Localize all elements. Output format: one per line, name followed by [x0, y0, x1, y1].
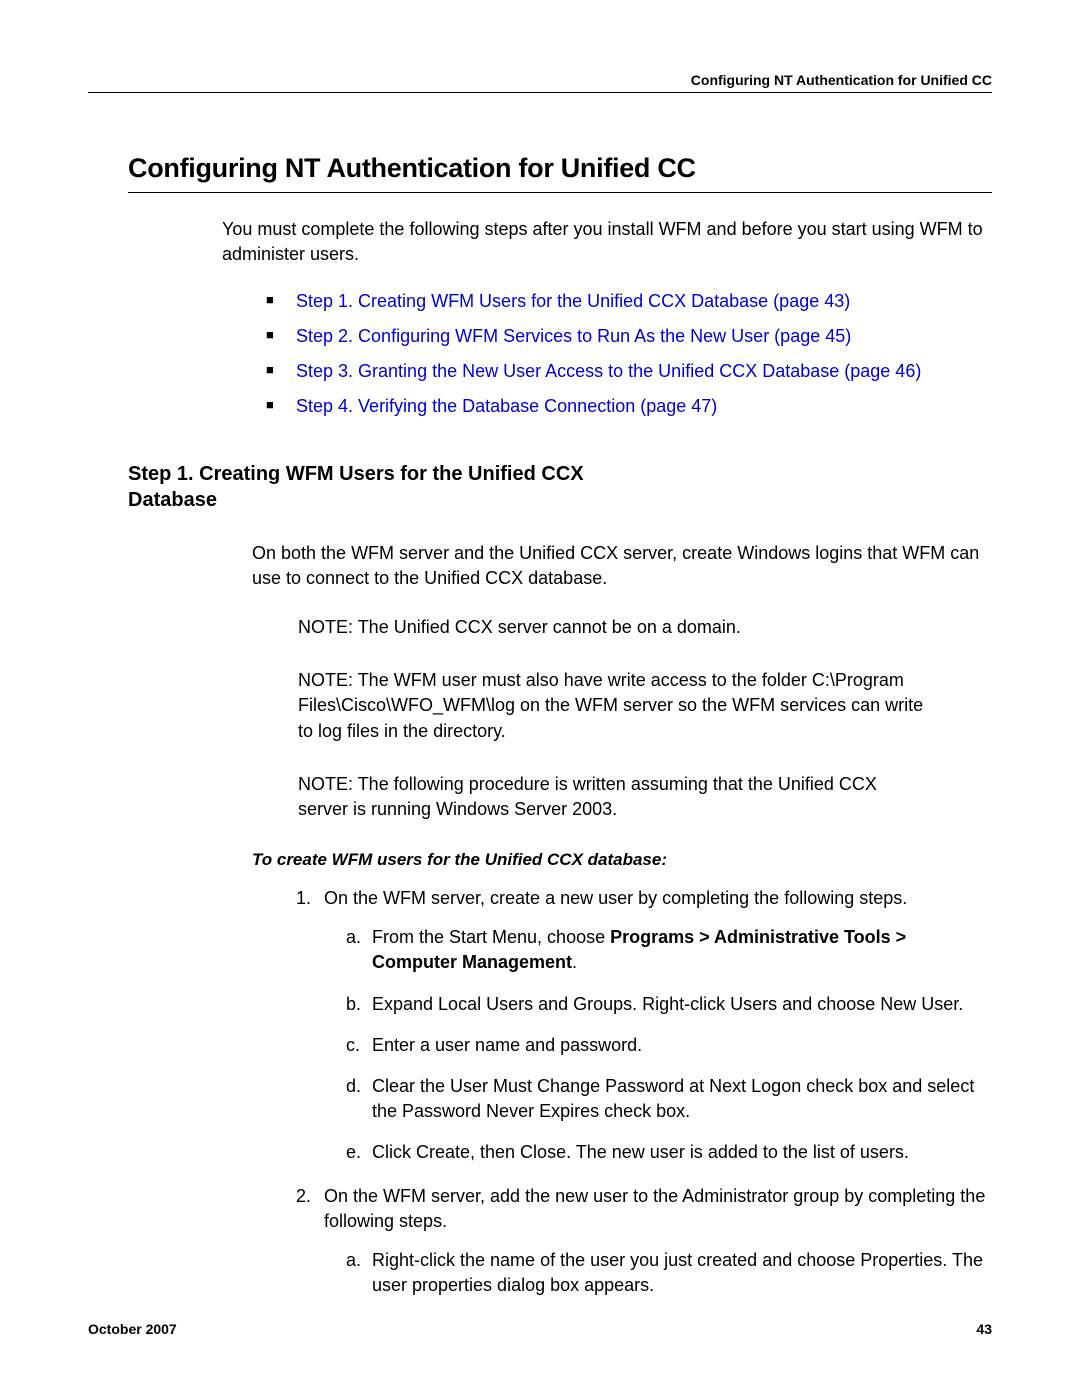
note-label: NOTE: — [298, 617, 358, 637]
body-paragraph: On both the WFM server and the Unified C… — [252, 541, 992, 591]
page-container: Configuring NT Authentication for Unifie… — [0, 0, 1080, 1397]
header-rule — [88, 92, 992, 93]
substep-a: a. From the Start Menu, choose Programs … — [348, 925, 992, 975]
section-title: Configuring NT Authentication for Unifie… — [128, 153, 992, 184]
substep-text: Enter a user name and password. — [372, 1035, 642, 1055]
substep-letter: a. — [346, 925, 361, 950]
note-block-2: NOTE: The WFM user must also have write … — [298, 668, 930, 744]
substep-letter: d. — [346, 1074, 361, 1099]
step-link-2[interactable]: Step 2. Configuring WFM Services to Run … — [296, 326, 851, 346]
list-item: Step 1. Creating WFM Users for the Unifi… — [266, 287, 992, 316]
substep-text-post: . — [572, 952, 577, 972]
step-link-3[interactable]: Step 3. Granting the New User Access to … — [296, 361, 921, 381]
list-item: Step 2. Configuring WFM Services to Run … — [266, 322, 992, 351]
note-label: NOTE: — [298, 670, 358, 690]
substep-text-pre: From the Start Menu, choose — [372, 927, 610, 947]
note-text: The Unified CCX server cannot be on a do… — [358, 617, 741, 637]
procedure-list: 1. On the WFM server, create a new user … — [300, 886, 992, 1298]
substep-text: Expand Local Users and Groups. Right-cli… — [372, 994, 963, 1014]
note-block-3: NOTE: The following procedure is written… — [298, 772, 930, 822]
step-link-1[interactable]: Step 1. Creating WFM Users for the Unifi… — [296, 291, 850, 311]
footer-page-number: 43 — [976, 1321, 992, 1337]
footer-date: October 2007 — [88, 1321, 177, 1337]
section-rule — [128, 192, 992, 193]
substep-letter: b. — [346, 992, 361, 1017]
subsection-title: Step 1. Creating WFM Users for the Unifi… — [128, 461, 608, 513]
running-header: Configuring NT Authentication for Unifie… — [88, 72, 992, 88]
substep-e: e. Click Create, then Close. The new use… — [348, 1140, 992, 1165]
note-text: The WFM user must also have write access… — [298, 670, 923, 740]
substep-d: d. Clear the User Must Change Password a… — [348, 1074, 992, 1124]
intro-paragraph: You must complete the following steps af… — [222, 217, 992, 267]
substep-text: Right-click the name of the user you jus… — [372, 1250, 983, 1295]
note-label: NOTE: — [298, 774, 358, 794]
list-item: Step 3. Granting the New User Access to … — [266, 357, 992, 386]
step-link-4[interactable]: Step 4. Verifying the Database Connectio… — [296, 396, 717, 416]
step-number: 1. — [296, 886, 311, 911]
step-links-list: Step 1. Creating WFM Users for the Unifi… — [266, 287, 992, 420]
substep-letter: c. — [346, 1033, 360, 1058]
procedure-title: To create WFM users for the Unified CCX … — [252, 850, 992, 870]
substep-c: c. Enter a user name and password. — [348, 1033, 992, 1058]
substep-list: a. From the Start Menu, choose Programs … — [348, 925, 992, 1165]
substep-text: Click Create, then Close. The new user i… — [372, 1142, 909, 1162]
procedure-step-2: 2. On the WFM server, add the new user t… — [300, 1184, 992, 1299]
page-footer: October 2007 43 — [88, 1321, 992, 1337]
step-number: 2. — [296, 1184, 311, 1209]
substep-a: a. Right-click the name of the user you … — [348, 1248, 992, 1298]
list-item: Step 4. Verifying the Database Connectio… — [266, 392, 992, 421]
substep-letter: e. — [346, 1140, 361, 1165]
substep-letter: a. — [346, 1248, 361, 1273]
note-block-1: NOTE: The Unified CCX server cannot be o… — [298, 615, 930, 640]
substep-text: Clear the User Must Change Password at N… — [372, 1076, 974, 1121]
step-text: On the WFM server, create a new user by … — [324, 888, 907, 908]
procedure-step-1: 1. On the WFM server, create a new user … — [300, 886, 992, 1166]
step-text: On the WFM server, add the new user to t… — [324, 1186, 985, 1231]
substep-b: b. Expand Local Users and Groups. Right-… — [348, 992, 992, 1017]
note-text: The following procedure is written assum… — [298, 774, 877, 819]
substep-list: a. Right-click the name of the user you … — [348, 1248, 992, 1298]
